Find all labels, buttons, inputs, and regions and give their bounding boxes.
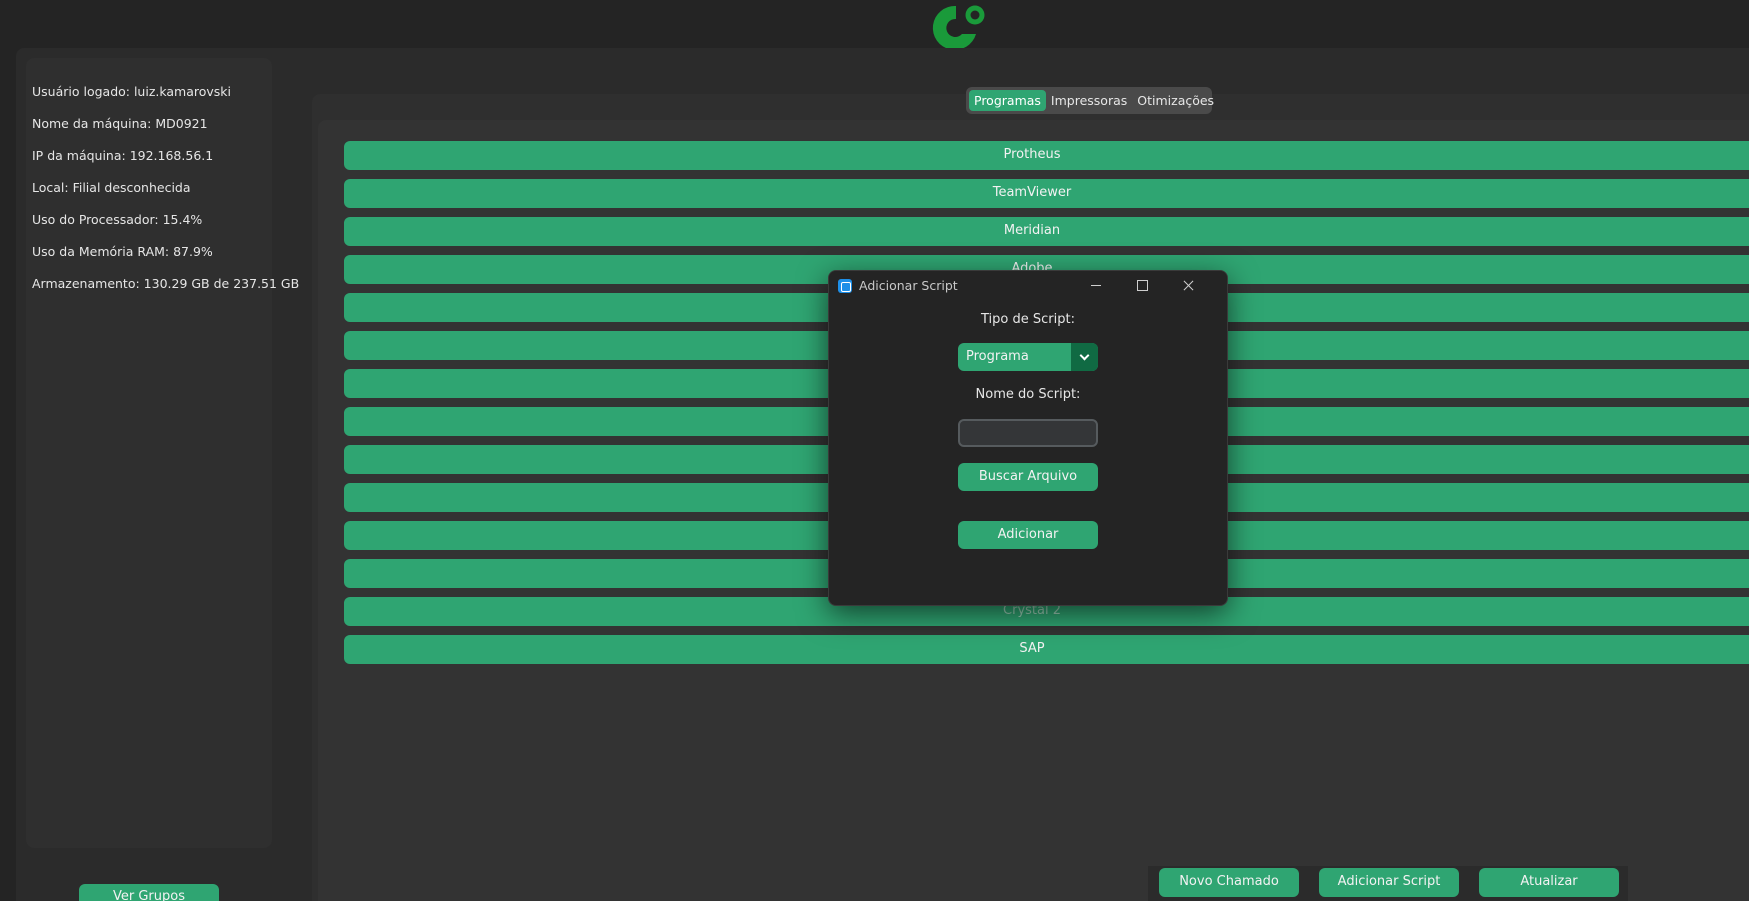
machine-ip-info: IP da máquina: 192.168.56.1 [32,148,214,163]
script-name-label: Nome do Script: [975,387,1081,402]
tab-otimizacoes[interactable]: Otimizações [1132,90,1219,111]
tab-bar: Programas Impressoras Otimizações [966,87,1214,114]
new-ticket-button[interactable]: Novo Chamado [1159,868,1299,897]
script-name-input[interactable] [958,419,1098,447]
refresh-button[interactable]: Atualizar [1479,868,1619,897]
system-info-list: Usuário logado: luiz.kamarovski Nome da … [32,84,299,308]
machine-name-info: Nome da máquina: MD0921 [32,116,208,131]
view-groups-button[interactable]: Ver Grupos [79,884,219,901]
program-button-protheus[interactable]: Protheus [344,141,1749,170]
dialog-titlebar[interactable]: Adicionar Script [829,271,1227,301]
add-script-dialog: Adicionar Script Tipo de Script: Program… [828,270,1228,606]
app-window-icon [838,279,852,293]
script-type-label: Tipo de Script: [981,312,1075,327]
add-script-button[interactable]: Adicionar Script [1319,868,1459,897]
system-info-sidebar: Usuário logado: luiz.kamarovski Nome da … [26,58,299,848]
location-info: Local: Filial desconhecida [32,180,191,195]
program-button-sap[interactable]: SAP [344,635,1749,664]
dialog-title: Adicionar Script [859,278,958,293]
minimize-icon[interactable] [1073,271,1119,301]
cpu-usage-info: Uso do Processador: 15.4% [32,212,203,227]
tab-impressoras[interactable]: Impressoras [1046,90,1132,111]
ram-usage-info: Uso da Memória RAM: 87.9% [32,244,213,259]
storage-info: Armazenamento: 130.29 GB de 237.51 GB [32,276,300,291]
program-button-meridian[interactable]: Meridian [344,217,1749,246]
tab-programas[interactable]: Programas [969,90,1046,111]
chevron-down-icon[interactable] [1071,343,1098,371]
logged-user-info: Usuário logado: luiz.kamarovski [32,84,232,99]
browse-file-button[interactable]: Buscar Arquivo [958,463,1098,491]
program-button-teamviewer[interactable]: TeamViewer [344,179,1749,208]
close-icon[interactable] [1165,271,1211,301]
script-type-dropdown[interactable]: Programa [958,343,1098,371]
maximize-icon[interactable] [1119,271,1165,301]
script-type-value: Programa [966,349,1029,364]
add-button[interactable]: Adicionar [958,521,1098,549]
